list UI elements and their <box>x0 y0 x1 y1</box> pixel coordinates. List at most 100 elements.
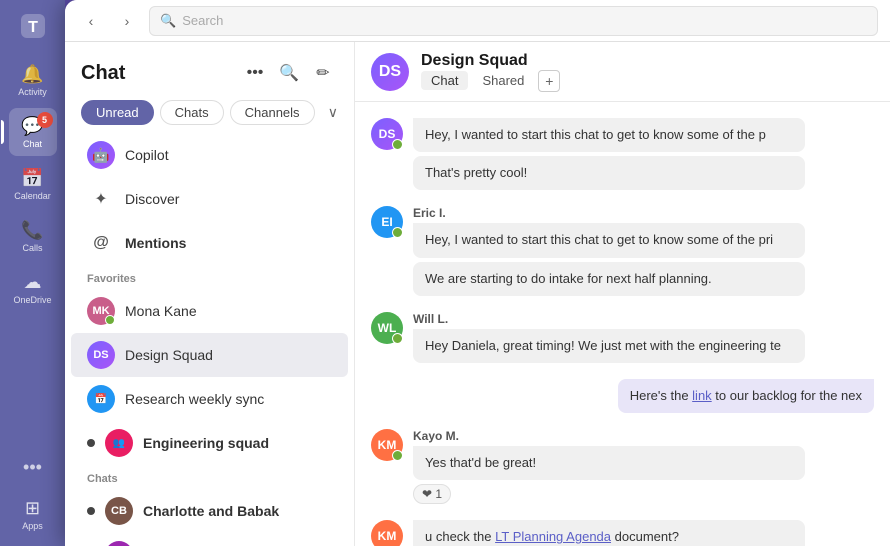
tab-shared[interactable]: Shared <box>472 71 534 90</box>
rail-more-button[interactable]: ••• <box>15 449 50 486</box>
sidebar-item-engineering[interactable]: 👥 Engineering squad <box>71 421 348 465</box>
sidebar-item-design-squad[interactable]: DS Design Squad <box>71 333 348 377</box>
search-button[interactable]: 🔍 <box>274 58 304 88</box>
tab-chat[interactable]: Chat <box>421 71 468 90</box>
activity-icon: 🔔 <box>21 64 43 85</box>
msg-bubble: That's pretty cool! <box>413 156 805 190</box>
charlotte-label: Charlotte and Babak <box>143 503 279 519</box>
chat-header: DS Design Squad Chat Shared + <box>355 42 890 102</box>
rail-item-onedrive[interactable]: ☁ OneDrive <box>9 264 57 312</box>
rail-label-calendar: Calendar <box>14 191 51 201</box>
msg-content: Hey, I wanted to start this chat to get … <box>413 118 874 190</box>
chat-name: Design Squad <box>421 52 560 70</box>
discover-icon: ✦ <box>87 185 115 213</box>
search-bar[interactable]: 🔍 Search <box>149 6 878 36</box>
sidebar-item-mona[interactable]: MK Mona Kane <box>71 289 348 333</box>
engineering-unread-dot <box>87 439 95 447</box>
chat-badge: 5 <box>37 112 53 128</box>
message-group: WL Will L. Hey Daniela, great timing! We… <box>371 312 874 363</box>
chat-avatar-initials: DS <box>379 63 401 81</box>
more-options-button[interactable]: ••• <box>240 58 270 88</box>
chat-tabs: Chat Shared + <box>421 70 560 92</box>
rail-label-calls: Calls <box>22 243 42 253</box>
calls-icon: 📞 <box>21 220 43 241</box>
msg-bubble: u check the LT Planning Agenda document? <box>413 520 805 546</box>
sidebar: Chat ••• 🔍 ✏ Unread Chats Channels ∨ 🤖 C… <box>65 42 355 546</box>
mona-avatar: MK <box>87 297 115 325</box>
chat-header-avatar: DS <box>371 53 409 91</box>
msg-avatar: EI <box>371 206 403 238</box>
msg-content: Will L. Hey Daniela, great timing! We ju… <box>413 312 874 363</box>
engineering-label: Engineering squad <box>143 435 269 451</box>
sidebar-header: Chat ••• 🔍 ✏ <box>65 42 354 96</box>
mentions-label: Mentions <box>125 235 186 251</box>
forward-button[interactable]: › <box>113 7 141 35</box>
backlog-link[interactable]: link <box>692 388 712 403</box>
charlotte-avatar: CB <box>105 497 133 525</box>
msg-reaction: ❤ 1 <box>413 484 451 504</box>
chats-section-label: Chats <box>65 465 354 489</box>
msg-avatar: KM <box>371 520 403 546</box>
rail-label-apps: Apps <box>22 521 43 531</box>
rail-item-chat[interactable]: 💬 Chat 5 <box>9 108 57 156</box>
rail-item-calendar[interactable]: 📅 Calendar <box>9 160 57 208</box>
msg-content: u check the LT Planning Agenda document? <box>413 520 874 546</box>
research-avatar: 📅 <box>87 385 115 413</box>
collapse-icon[interactable]: ∨ <box>328 104 338 121</box>
chat-area: DS Design Squad Chat Shared + DS <box>355 42 890 546</box>
msg-avatar: DS <box>371 118 403 150</box>
sidebar-title: Chat <box>81 62 125 85</box>
filter-tabs: Unread Chats Channels ∨ <box>65 96 354 133</box>
msg-bubble: Hey Daniela, great timing! We just met w… <box>413 329 805 363</box>
msg-sender: Eric I. <box>413 206 874 220</box>
rail-item-calls[interactable]: 📞 Calls <box>9 212 57 260</box>
back-button[interactable]: ‹ <box>77 7 105 35</box>
msg-avatar: KM <box>371 429 403 461</box>
tab-unread[interactable]: Unread <box>81 100 154 125</box>
favorites-section-label: Favorites <box>65 265 354 289</box>
tab-channels[interactable]: Channels <box>230 100 315 125</box>
planning-link[interactable]: LT Planning Agenda <box>495 529 611 544</box>
sidebar-item-charlotte[interactable]: CB Charlotte and Babak <box>71 489 348 533</box>
design-squad-avatar: DS <box>87 341 115 369</box>
message-group-sent: Here's the link to our backlog for the n… <box>371 379 874 413</box>
msg-content: Eric I. Hey, I wanted to start this chat… <box>413 206 874 295</box>
tab-chats[interactable]: Chats <box>160 100 224 125</box>
main-content: Chat ••• 🔍 ✏ Unread Chats Channels ∨ 🤖 C… <box>65 42 890 546</box>
rail-item-activity[interactable]: 🔔 Activity <box>9 56 57 104</box>
msg-bubble: Yes that'd be great! <box>413 446 805 480</box>
engineering-avatar: 👥 <box>105 429 133 457</box>
copilot-icon: 🤖 <box>87 141 115 169</box>
rail-item-apps[interactable]: ⊞ Apps <box>9 490 57 538</box>
chat-header-info: Design Squad Chat Shared + <box>421 52 560 92</box>
add-tab-button[interactable]: + <box>538 70 560 92</box>
sidebar-item-copilot[interactable]: 🤖 Copilot <box>71 133 348 177</box>
rail-label-onedrive: OneDrive <box>13 295 51 305</box>
apps-icon: ⊞ <box>25 498 40 519</box>
search-placeholder: Search <box>182 13 223 28</box>
main-window: ‹ › 🔍 Search Chat ••• 🔍 ✏ Unread Chats C… <box>65 0 890 546</box>
discover-label: Discover <box>125 191 179 207</box>
messages-area: DS Hey, I wanted to start this chat to g… <box>355 102 890 546</box>
compose-button[interactable]: ✏ <box>308 58 338 88</box>
msg-bubble-sent: Here's the link to our backlog for the n… <box>618 379 874 413</box>
sidebar-actions: ••• 🔍 ✏ <box>240 58 338 88</box>
sidebar-item-discover[interactable]: ✦ Discover <box>71 177 348 221</box>
msg-sender: Kayo M. <box>413 429 874 443</box>
message-group: KM u check the LT Planning Agenda docume… <box>371 520 874 546</box>
message-group: DS Hey, I wanted to start this chat to g… <box>371 118 874 190</box>
msg-bubble: Hey, I wanted to start this chat to get … <box>413 223 805 257</box>
charlotte-unread-dot <box>87 507 95 515</box>
unicorn-avatar: UI <box>105 541 133 546</box>
rail-label-activity: Activity <box>18 87 47 97</box>
svg-text:T: T <box>28 19 38 36</box>
msg-content: Here's the link to our backlog for the n… <box>371 379 874 413</box>
sidebar-item-research[interactable]: 📅 Research weekly sync <box>71 377 348 421</box>
search-icon: 🔍 <box>160 13 176 29</box>
msg-avatar: WL <box>371 312 403 344</box>
app-rail: T 🔔 Activity 💬 Chat 5 📅 Calendar 📞 Calls… <box>0 0 65 546</box>
design-squad-label: Design Squad <box>125 347 213 363</box>
sidebar-item-mentions[interactable]: @ Mentions <box>71 221 348 265</box>
sidebar-item-unicorn[interactable]: UI Unicorn invoice <box>71 533 348 546</box>
top-bar: ‹ › 🔍 Search <box>65 0 890 42</box>
